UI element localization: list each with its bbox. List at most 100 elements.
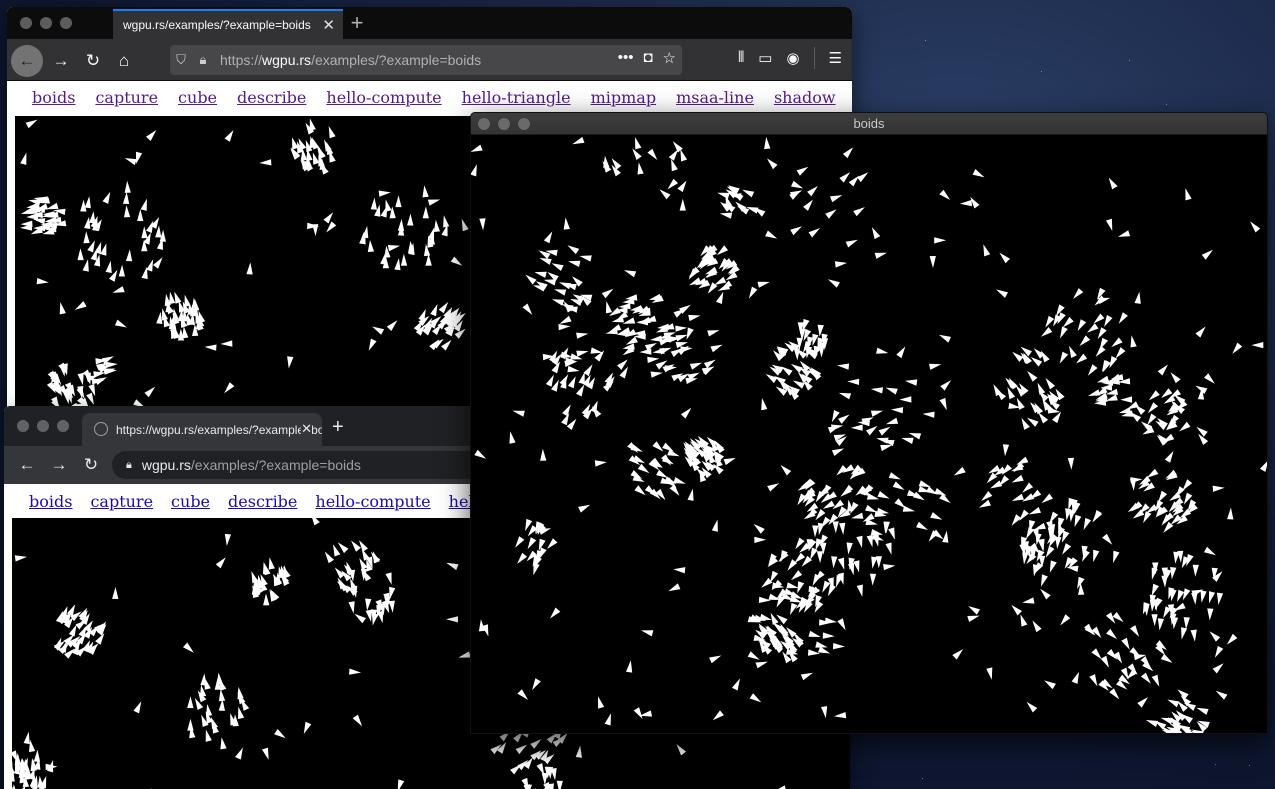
- reload-icon[interactable]: ↻: [78, 452, 104, 478]
- example-link-cube[interactable]: cube: [171, 492, 210, 511]
- boid: [1186, 554, 1194, 567]
- boid: [839, 172, 851, 183]
- boid: [12, 784, 16, 789]
- back-arrow-icon[interactable]: ←: [11, 45, 43, 77]
- boid: [84, 372, 91, 385]
- shield-icon[interactable]: ⛉: [170, 52, 192, 68]
- example-link-hello-triangle[interactable]: hello-triangle: [462, 88, 571, 107]
- boid: [385, 572, 392, 585]
- boid: [397, 218, 405, 231]
- forward-arrow-icon[interactable]: →: [47, 47, 75, 75]
- boid: [83, 231, 90, 244]
- back-arrow-icon[interactable]: ←: [14, 452, 40, 478]
- hamburger-menu-icon[interactable]: ☰: [829, 49, 842, 69]
- boid: [1164, 450, 1174, 463]
- close-tab-icon[interactable]: ✕: [322, 16, 335, 34]
- example-link-hello-compute[interactable]: hello-compute: [326, 88, 441, 107]
- boid: [837, 618, 846, 631]
- example-link-boids[interactable]: boids: [29, 492, 72, 511]
- example-link-capture[interactable]: capture: [95, 88, 158, 107]
- boid: [871, 556, 878, 569]
- example-link-boids[interactable]: boids: [32, 88, 75, 107]
- boid: [348, 601, 355, 614]
- example-link-msaa-line[interactable]: msaa-line: [676, 88, 754, 107]
- boid: [1145, 720, 1159, 727]
- boid: [822, 500, 835, 509]
- boid: [1173, 551, 1180, 564]
- boid: [818, 646, 831, 654]
- boid: [748, 286, 758, 299]
- boid: [677, 180, 687, 193]
- boid: [1093, 313, 1105, 324]
- boid: [1113, 550, 1120, 563]
- boid: [790, 602, 798, 616]
- boid: [685, 377, 698, 384]
- minimize-window-button[interactable]: [40, 17, 52, 29]
- new-tab-button[interactable]: +: [344, 10, 370, 36]
- boid: [837, 557, 845, 570]
- boid: [1083, 517, 1092, 530]
- boid: [220, 340, 233, 347]
- boid: [259, 159, 272, 166]
- tab-title: https://wgpu.rs/examples/?example=boids: [116, 422, 322, 437]
- boid: [870, 387, 883, 394]
- bookmark-star-icon[interactable]: ☆: [663, 49, 676, 67]
- close-tab-icon[interactable]: ✕: [301, 421, 312, 437]
- more-actions-icon[interactable]: •••: [618, 49, 634, 67]
- example-link-shadow[interactable]: shadow: [774, 88, 836, 107]
- account-icon[interactable]: ◉: [786, 49, 799, 69]
- boid: [389, 586, 396, 600]
- example-link-describe[interactable]: describe: [228, 492, 297, 511]
- boid: [632, 148, 642, 160]
- minimize-window-button[interactable]: [498, 118, 510, 130]
- tab-boids[interactable]: https://wgpu.rs/examples/?example=boids …: [82, 413, 322, 446]
- boid: [205, 729, 212, 742]
- close-window-button[interactable]: [17, 420, 29, 432]
- lock-icon[interactable]: 🔒︎: [192, 52, 214, 68]
- close-window-button[interactable]: [478, 118, 490, 130]
- boid: [533, 285, 546, 292]
- sidebar-icon[interactable]: ▭: [758, 49, 772, 69]
- example-link-cube[interactable]: cube: [178, 88, 217, 107]
- close-window-button[interactable]: [20, 17, 32, 29]
- example-link-mipmap[interactable]: mipmap: [591, 88, 656, 107]
- minimize-window-button[interactable]: [37, 420, 49, 432]
- example-link-capture[interactable]: capture: [90, 492, 153, 511]
- boid: [1076, 353, 1088, 364]
- url-text[interactable]: wgpu.rs/examples/?example=boids: [142, 457, 361, 473]
- boid: [938, 334, 951, 343]
- boid: [1027, 417, 1039, 427]
- boid: [667, 449, 680, 457]
- boid: [346, 561, 353, 574]
- new-tab-button[interactable]: +: [332, 416, 344, 439]
- boid: [246, 262, 253, 275]
- boid: [156, 237, 163, 250]
- boid: [636, 319, 648, 326]
- tab-boids[interactable]: wgpu.rs/examples/?example=boids ✕: [113, 9, 343, 39]
- boid: [934, 488, 947, 496]
- window-title-bar[interactable]: boids: [471, 113, 1267, 135]
- pocket-icon[interactable]: ◘: [643, 49, 652, 67]
- zoom-window-button[interactable]: [57, 420, 69, 432]
- library-icon[interactable]: ⫴: [738, 49, 744, 69]
- url-text[interactable]: https://wgpu.rs/examples/?example=boids: [220, 52, 481, 68]
- boid: [263, 562, 270, 575]
- boid: [1192, 564, 1199, 577]
- forward-arrow-icon[interactable]: →: [46, 452, 72, 478]
- boid: [367, 239, 375, 252]
- boid: [767, 483, 780, 492]
- example-link-hello-compute[interactable]: hello-compute: [315, 492, 430, 511]
- boid: [816, 551, 824, 564]
- boids-canvas[interactable]: [471, 135, 1267, 733]
- boid: [953, 466, 966, 476]
- boid: [1200, 590, 1207, 603]
- zoom-window-button[interactable]: [60, 17, 72, 29]
- lock-icon[interactable]: 🔒︎: [126, 459, 132, 472]
- boid: [761, 577, 773, 588]
- zoom-window-button[interactable]: [518, 118, 530, 130]
- boid: [14, 555, 27, 562]
- reload-icon[interactable]: ↻: [79, 47, 107, 75]
- url-bar[interactable]: ⛉ 🔒︎ https://wgpu.rs/examples/?example=b…: [170, 45, 682, 75]
- example-link-describe[interactable]: describe: [237, 88, 306, 107]
- home-icon[interactable]: ⌂: [110, 47, 138, 75]
